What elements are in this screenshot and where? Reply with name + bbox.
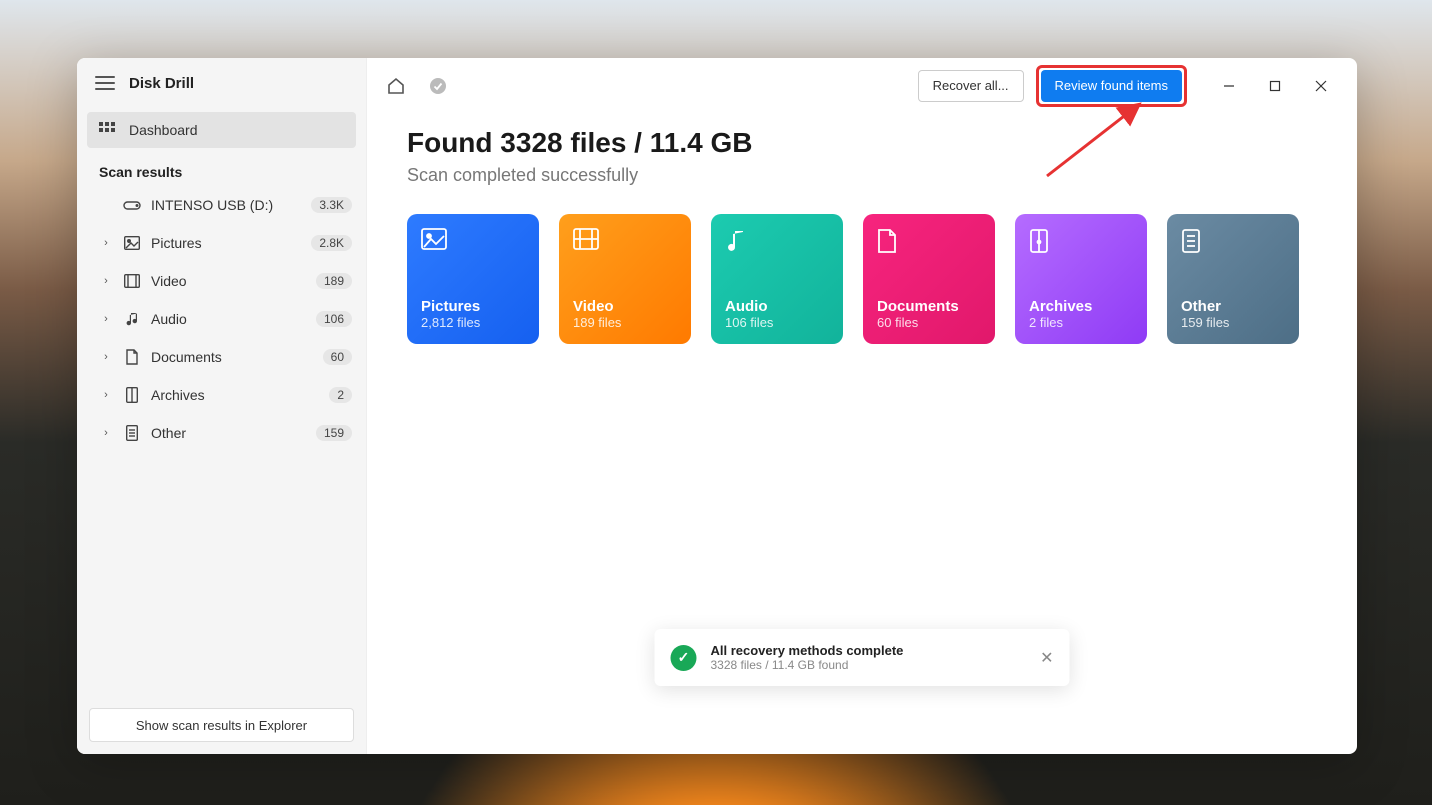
chevron-right-icon: › bbox=[99, 427, 113, 439]
card-sub: 159 files bbox=[1181, 315, 1285, 330]
count-badge: 2 bbox=[329, 387, 352, 403]
card-sub: 189 files bbox=[573, 315, 677, 330]
sidebar-item-label: Archives bbox=[151, 387, 319, 403]
sidebar: Disk Drill Dashboard Scan results INTENS… bbox=[77, 58, 367, 754]
image-icon bbox=[421, 228, 525, 250]
show-in-explorer-button[interactable]: Show scan results in Explorer bbox=[89, 708, 354, 742]
card-title: Pictures bbox=[421, 298, 525, 315]
grid-icon bbox=[99, 122, 115, 138]
chevron-right-icon: › bbox=[99, 237, 113, 249]
video-icon bbox=[123, 274, 141, 288]
card-title: Video bbox=[573, 298, 677, 315]
card-title: Documents bbox=[877, 298, 981, 315]
count-badge: 60 bbox=[323, 349, 352, 365]
video-icon bbox=[573, 228, 677, 250]
count-badge: 3.3K bbox=[311, 197, 352, 213]
card-archives[interactable]: Archives 2 files bbox=[1015, 214, 1147, 344]
chevron-right-icon: › bbox=[99, 275, 113, 287]
sidebar-item-label: Dashboard bbox=[129, 122, 198, 138]
document-icon bbox=[123, 349, 141, 365]
window-minimize[interactable] bbox=[1207, 71, 1251, 101]
image-icon bbox=[123, 236, 141, 250]
toast-sub: 3328 files / 11.4 GB found bbox=[711, 658, 1027, 672]
archive-icon bbox=[1029, 228, 1133, 254]
drive-icon bbox=[123, 199, 141, 211]
count-badge: 2.8K bbox=[311, 235, 352, 251]
sidebar-item-documents[interactable]: › Documents 60 bbox=[77, 338, 366, 376]
sidebar-item-label: Other bbox=[151, 425, 306, 441]
card-video[interactable]: Video 189 files bbox=[559, 214, 691, 344]
headline: Found 3328 files / 11.4 GB bbox=[407, 127, 1317, 159]
close-icon[interactable]: ✕ bbox=[1040, 648, 1053, 668]
recover-all-button[interactable]: Recover all... bbox=[918, 70, 1024, 102]
count-badge: 159 bbox=[316, 425, 352, 441]
card-sub: 2,812 files bbox=[421, 315, 525, 330]
count-badge: 106 bbox=[316, 311, 352, 327]
sidebar-item-label: Documents bbox=[151, 349, 313, 365]
sidebar-item-video[interactable]: › Video 189 bbox=[77, 262, 366, 300]
sidebar-item-label: Pictures bbox=[151, 235, 301, 251]
success-icon: ✓ bbox=[671, 645, 697, 671]
window-close[interactable] bbox=[1299, 71, 1343, 101]
card-title: Other bbox=[1181, 298, 1285, 315]
document-icon bbox=[877, 228, 981, 254]
sidebar-item-other[interactable]: › Other 159 bbox=[77, 414, 366, 452]
sidebar-item-label: Video bbox=[151, 273, 306, 289]
sidebar-item-dashboard[interactable]: Dashboard bbox=[87, 112, 356, 148]
topbar: Recover all... Review found items bbox=[367, 58, 1357, 113]
menu-icon[interactable] bbox=[95, 76, 115, 90]
card-title: Archives bbox=[1029, 298, 1133, 315]
card-sub: 2 files bbox=[1029, 315, 1133, 330]
card-other[interactable]: Other 159 files bbox=[1167, 214, 1299, 344]
card-sub: 106 files bbox=[725, 315, 829, 330]
music-icon bbox=[123, 311, 141, 327]
toast-title: All recovery methods complete bbox=[711, 643, 1027, 658]
sidebar-item-drive[interactable]: INTENSO USB (D:) 3.3K bbox=[77, 186, 366, 224]
chevron-right-icon: › bbox=[99, 351, 113, 363]
card-pictures[interactable]: Pictures 2,812 files bbox=[407, 214, 539, 344]
card-audio[interactable]: Audio 106 files bbox=[711, 214, 843, 344]
home-icon[interactable] bbox=[381, 71, 411, 101]
card-documents[interactable]: Documents 60 files bbox=[863, 214, 995, 344]
app-window: Disk Drill Dashboard Scan results INTENS… bbox=[77, 58, 1357, 754]
chevron-right-icon: › bbox=[99, 389, 113, 401]
chevron-right-icon: › bbox=[99, 313, 113, 325]
music-icon bbox=[725, 228, 829, 254]
sidebar-item-archives[interactable]: › Archives 2 bbox=[77, 376, 366, 414]
card-sub: 60 files bbox=[877, 315, 981, 330]
app-title: Disk Drill bbox=[129, 75, 194, 92]
check-circle-icon[interactable] bbox=[423, 71, 453, 101]
file-icon bbox=[1181, 228, 1285, 254]
count-badge: 189 bbox=[316, 273, 352, 289]
sidebar-item-label: Audio bbox=[151, 311, 306, 327]
archive-icon bbox=[123, 387, 141, 403]
sidebar-item-audio[interactable]: › Audio 106 bbox=[77, 300, 366, 338]
window-maximize[interactable] bbox=[1253, 71, 1297, 101]
sidebar-item-label: INTENSO USB (D:) bbox=[151, 197, 301, 213]
card-title: Audio bbox=[725, 298, 829, 315]
subheadline: Scan completed successfully bbox=[407, 165, 1317, 186]
sidebar-section-label: Scan results bbox=[77, 152, 366, 186]
sidebar-item-pictures[interactable]: › Pictures 2.8K bbox=[77, 224, 366, 262]
annotation-highlight: Review found items bbox=[1036, 65, 1187, 107]
toast-notification: ✓ All recovery methods complete 3328 fil… bbox=[655, 629, 1070, 686]
category-cards: Pictures 2,812 files Video 189 files Aud… bbox=[407, 214, 1317, 344]
review-found-items-button[interactable]: Review found items bbox=[1041, 70, 1182, 102]
main-panel: Recover all... Review found items Found … bbox=[367, 58, 1357, 754]
file-icon bbox=[123, 425, 141, 441]
